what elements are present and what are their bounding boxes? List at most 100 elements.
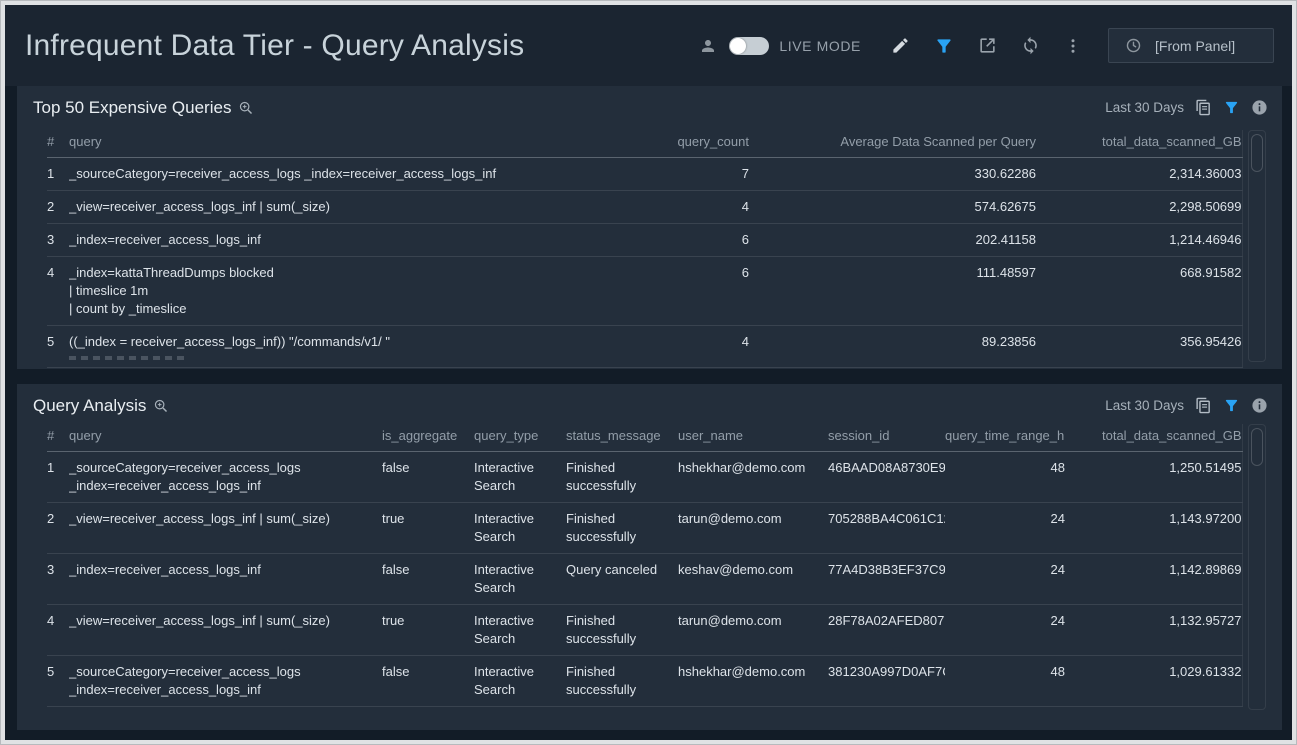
info-icon[interactable]: [1251, 99, 1268, 116]
col-header-user-name[interactable]: user_name: [678, 424, 828, 452]
cell-range-hrs: 24: [945, 554, 1065, 605]
table-row[interactable]: 4 _view=receiver_access_logs_inf | sum(_…: [47, 605, 1242, 656]
table-row[interactable]: 5 _sourceCategory=receiver_access_logs _…: [47, 656, 1242, 707]
info-icon[interactable]: [1251, 397, 1268, 414]
cell-session-id: 705288BA4C061C12: [828, 503, 945, 554]
panel-header: Query Analysis Last 30 Days: [17, 384, 1282, 418]
table-row[interactable]: 5 ((_index = receiver_access_logs_inf)) …: [47, 326, 1242, 368]
panel-query-analysis: Query Analysis Last 30 Days: [17, 384, 1282, 730]
cell-is-aggregate: false: [382, 452, 474, 503]
col-header-is-aggregate[interactable]: is_aggregate: [382, 424, 474, 452]
col-header-total-scanned[interactable]: total_data_scanned_GB: [1065, 424, 1242, 452]
cell-session-id: 28F78A02AFED807E: [828, 605, 945, 656]
refresh-icon[interactable]: [1021, 36, 1040, 55]
table-row[interactable]: 3 _index=receiver_access_logs_inf false …: [47, 554, 1242, 605]
copy-icon[interactable]: [1195, 99, 1212, 116]
col-header-range-hrs[interactable]: query_time_range_hrs: [945, 424, 1065, 452]
live-mode-label: LIVE MODE: [779, 38, 861, 54]
cell-query: _sourceCategory=receiver_access_logs _in…: [69, 656, 382, 707]
cell-query-type: Interactive Search: [474, 452, 566, 503]
filter-icon[interactable]: [1223, 99, 1240, 116]
time-range-picker[interactable]: [From Panel]: [1108, 28, 1274, 63]
filter-icon[interactable]: [1223, 397, 1240, 414]
cell-status-message: Finished successfully: [566, 503, 678, 554]
cell-total-scanned: 1,143.97200: [1065, 503, 1242, 554]
table-row[interactable]: 1 _sourceCategory=receiver_access_logs _…: [47, 452, 1242, 503]
col-header-num[interactable]: #: [47, 130, 69, 158]
cell-user-name: hshekhar@demo.com: [678, 656, 828, 707]
toggle-knob: [730, 38, 746, 54]
dashboard-header: Infrequent Data Tier - Query Analysis LI…: [5, 5, 1292, 86]
cell-is-aggregate: true: [382, 503, 474, 554]
cell-total-scanned: 1,214.46946: [1036, 224, 1242, 257]
panel-header: Top 50 Expensive Queries Last 30 Days: [17, 86, 1282, 120]
col-header-total-scanned[interactable]: total_data_scanned_GB: [1036, 130, 1242, 158]
table-row[interactable]: 1 _sourceCategory=receiver_access_logs _…: [47, 158, 1242, 191]
cell-num: 4: [47, 605, 69, 656]
cell-total-scanned: 668.91582: [1036, 257, 1242, 326]
share-icon[interactable]: [978, 36, 997, 55]
col-header-query-count[interactable]: query_count: [629, 130, 749, 158]
scrollbar-thumb[interactable]: [1251, 428, 1263, 466]
col-header-avg-scanned[interactable]: Average Data Scanned per Query: [749, 130, 1036, 158]
cell-user-name: tarun@demo.com: [678, 605, 828, 656]
col-header-session-id[interactable]: session_id: [828, 424, 945, 452]
edit-pencil-icon[interactable]: [891, 36, 910, 55]
cell-query: _index=receiver_access_logs_inf: [69, 554, 382, 605]
table-header-row: # query is_aggregate query_type status_m…: [47, 424, 1242, 452]
clipped-text-fragment: [69, 356, 187, 360]
cell-total-scanned: 1,029.61332: [1065, 656, 1242, 707]
cell-user-name: keshav@demo.com: [678, 554, 828, 605]
cell-query: _index=receiver_access_logs_inf: [69, 224, 629, 257]
cell-total-scanned: 2,298.50699: [1036, 191, 1242, 224]
cell-query: _view=receiver_access_logs_inf | sum(_si…: [69, 503, 382, 554]
filter-icon[interactable]: [934, 36, 954, 56]
col-header-num[interactable]: #: [47, 424, 69, 452]
panel-title: Top 50 Expensive Queries: [33, 98, 254, 118]
table-row[interactable]: 3 _index=receiver_access_logs_inf 6 202.…: [47, 224, 1242, 257]
cell-num: 1: [47, 452, 69, 503]
page-title: Infrequent Data Tier - Query Analysis: [25, 29, 524, 63]
cell-query: _sourceCategory=receiver_access_logs _in…: [69, 452, 382, 503]
col-header-query-type[interactable]: query_type: [474, 424, 566, 452]
cell-total-scanned: 2,314.36003: [1036, 158, 1242, 191]
window-frame: Infrequent Data Tier - Query Analysis LI…: [0, 0, 1297, 745]
panel-title: Query Analysis: [33, 396, 169, 416]
zoom-in-icon[interactable]: [238, 100, 254, 116]
cell-num: 5: [47, 656, 69, 707]
table-scrollbar[interactable]: [1248, 424, 1266, 710]
kebab-menu-icon[interactable]: [1064, 37, 1082, 55]
cell-query: ((_index = receiver_access_logs_inf)) "/…: [69, 326, 629, 368]
cell-session-id: 381230A997D0AF7C: [828, 656, 945, 707]
table-row[interactable]: 2 _view=receiver_access_logs_inf | sum(_…: [47, 503, 1242, 554]
expensive-queries-table: # query query_count Average Data Scanned…: [47, 130, 1243, 368]
cell-avg-scanned: 330.62286: [749, 158, 1036, 191]
panel-header-controls: Last 30 Days: [1105, 397, 1268, 414]
cell-query-count: 4: [629, 326, 749, 368]
panel-top-50-expensive-queries: Top 50 Expensive Queries Last 30 Days: [17, 86, 1282, 369]
zoom-in-icon[interactable]: [153, 398, 169, 414]
col-header-query[interactable]: query: [69, 424, 382, 452]
cell-query-count: 4: [629, 191, 749, 224]
cell-query-count: 6: [629, 224, 749, 257]
cell-is-aggregate: true: [382, 605, 474, 656]
live-mode-toggle[interactable]: [729, 37, 769, 55]
query-analysis-table: # query is_aggregate query_type status_m…: [47, 424, 1243, 707]
cell-user-name: hshekhar@demo.com: [678, 452, 828, 503]
panel-header-controls: Last 30 Days: [1105, 99, 1268, 116]
cell-user-name: tarun@demo.com: [678, 503, 828, 554]
user-icon[interactable]: [699, 37, 717, 55]
cell-status-message: Finished successfully: [566, 452, 678, 503]
cell-query-type: Interactive Search: [474, 554, 566, 605]
scrollbar-thumb[interactable]: [1251, 134, 1263, 172]
col-header-query[interactable]: query: [69, 130, 629, 158]
table-row[interactable]: 4 _index=kattaThreadDumps blocked | time…: [47, 257, 1242, 326]
table-scrollbar[interactable]: [1248, 130, 1266, 362]
cell-range-hrs: 24: [945, 605, 1065, 656]
cell-query: _view=receiver_access_logs_inf | sum(_si…: [69, 191, 629, 224]
table-row[interactable]: 2 _view=receiver_access_logs_inf | sum(_…: [47, 191, 1242, 224]
cell-query-count: 7: [629, 158, 749, 191]
cell-range-hrs: 48: [945, 656, 1065, 707]
col-header-status-message[interactable]: status_message: [566, 424, 678, 452]
copy-icon[interactable]: [1195, 397, 1212, 414]
